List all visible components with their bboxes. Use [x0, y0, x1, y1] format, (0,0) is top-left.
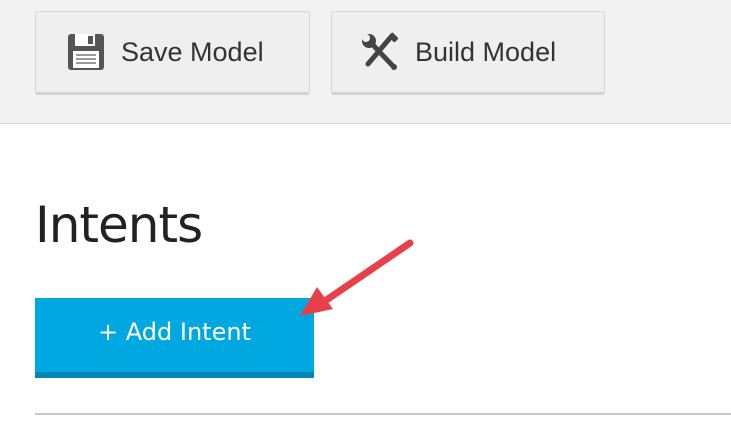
build-model-button[interactable]: Build Model — [331, 11, 605, 95]
wrench-screwdriver-icon — [360, 32, 400, 72]
build-model-label: Build Model — [415, 36, 557, 67]
page: Save Model Build Model Intents + Add Int… — [0, 0, 731, 437]
floppy-disk-icon — [66, 32, 106, 72]
toolbar: Save Model Build Model — [0, 0, 731, 124]
save-model-button[interactable]: Save Model — [35, 11, 310, 95]
save-model-label: Save Model — [121, 36, 264, 67]
add-intent-button[interactable]: + Add Intent — [35, 298, 314, 378]
divider — [35, 413, 731, 415]
page-title: Intents — [35, 196, 203, 254]
